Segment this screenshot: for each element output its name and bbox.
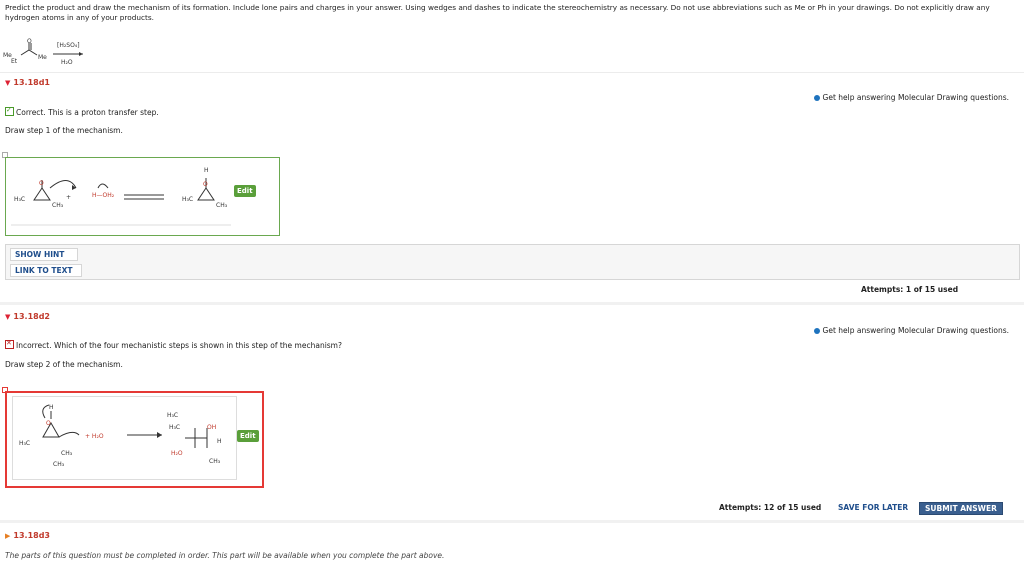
part3-note: The parts of this question must be compl…: [5, 551, 445, 560]
svg-text:O: O: [39, 180, 44, 187]
part2-instruction: Draw step 2 of the mechanism.: [5, 360, 123, 369]
help-icon: [813, 95, 820, 101]
h-oh2: H—OH₂: [92, 192, 115, 199]
reactant-me-right: Me: [38, 54, 47, 61]
part2-attempts: Attempts: 12 of 15 used: [719, 503, 822, 512]
x-icon: ✕: [5, 339, 14, 349]
reaction-scheme: O Me Me Et [H₂SO₄] H₂O: [3, 38, 83, 66]
link-to-text-button[interactable]: LINK TO TEXT: [10, 264, 82, 277]
part1-instruction: Draw step 1 of the mechanism.: [5, 126, 123, 135]
hint-panel: SHOW HINT LINK TO TEXT: [5, 244, 1020, 280]
part3-title[interactable]: ▶ 13.18d3: [5, 531, 50, 540]
reagent-bottom: H₂O: [61, 59, 73, 66]
part2-help-link[interactable]: Get help answering Molecular Drawing que…: [813, 326, 1009, 335]
part2-edit-button[interactable]: Edit: [237, 430, 259, 442]
show-hint-button[interactable]: SHOW HINT: [10, 248, 78, 261]
mol-ch3: CH₃: [52, 202, 64, 209]
part1-status: ✓ Correct. This is a proton transfer step…: [5, 106, 159, 117]
save-for-later-button[interactable]: SAVE FOR LATER: [838, 503, 908, 512]
part2-drawing-canvas[interactable]: O H H₃C CH₃ CH₃ + H₂O H₃C H₃C OH H₂O CH₃…: [5, 391, 264, 488]
part1-title[interactable]: ▼ 13.18d1: [5, 78, 50, 87]
mol-h: H: [204, 167, 209, 174]
mol-ch3-2: CH₃: [216, 202, 228, 209]
part1-attempts: Attempts: 1 of 15 used: [861, 285, 959, 294]
reagent-top: [H₂SO₄]: [57, 42, 80, 49]
collapse-triangle-icon[interactable]: ▼: [5, 313, 10, 321]
question-prompt: Predict the product and draw the mechani…: [5, 3, 990, 22]
submit-answer-button[interactable]: SUBMIT ANSWER: [919, 502, 1003, 515]
part2-title[interactable]: ▼ 13.18d2: [5, 312, 50, 321]
reactant-et: Et: [11, 58, 18, 65]
collapse-triangle-icon[interactable]: ▼: [5, 79, 10, 87]
mol-h3c-2: H₃C: [182, 196, 193, 203]
part2-status: ✕ Incorrect. Which of the four mechanisti…: [5, 339, 342, 350]
reactant-oxygen: O: [27, 38, 32, 45]
svg-text:O: O: [203, 181, 208, 188]
part1-help-link[interactable]: Get help answering Molecular Drawing que…: [813, 93, 1009, 102]
expand-triangle-icon[interactable]: ▶: [5, 532, 10, 540]
mol-h3c: H₃C: [14, 196, 25, 203]
part1-edit-button[interactable]: Edit: [234, 185, 256, 197]
check-icon: ✓: [5, 106, 14, 116]
part1-drawing-canvas[interactable]: O H₃C CH₃ + H—OH₂ O H H₃C CH₃ Edit: [5, 157, 280, 236]
help-icon: [813, 328, 820, 334]
plus-sign: +: [66, 194, 71, 201]
